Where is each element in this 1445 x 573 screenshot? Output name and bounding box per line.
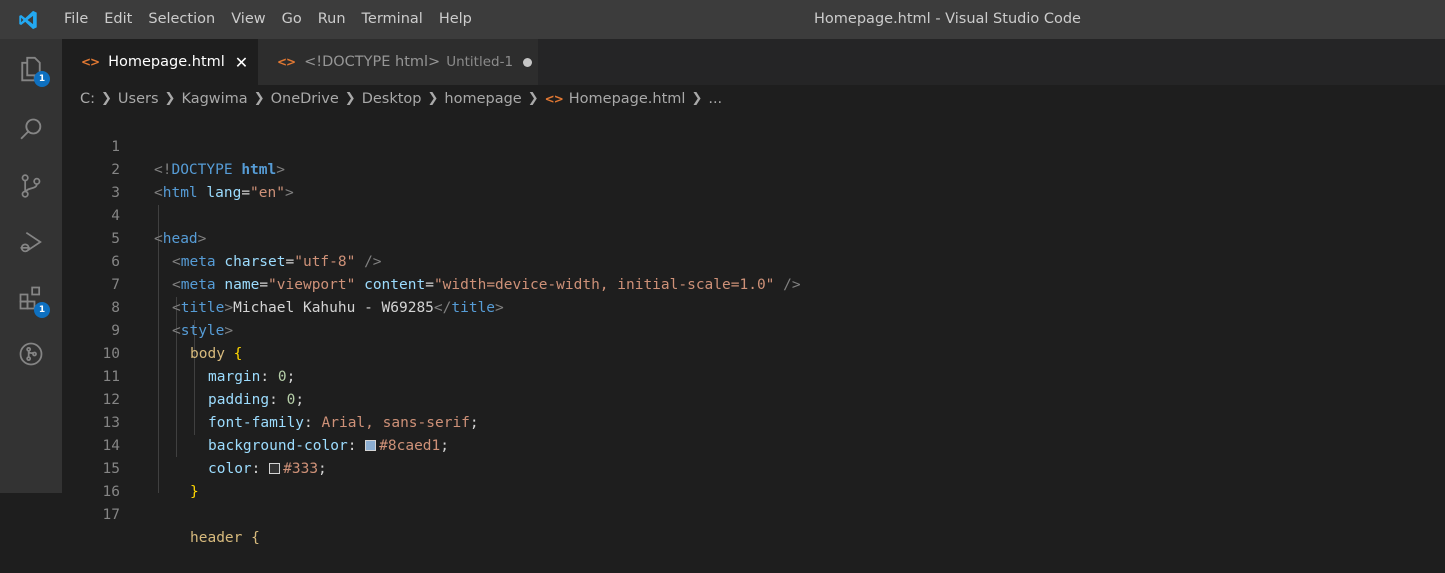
tab-untitled-1[interactable]: <> <!DOCTYPE html> Untitled-1	[258, 39, 538, 85]
source-control-icon[interactable]	[0, 158, 62, 214]
explorer-files-icon[interactable]: 1	[0, 41, 62, 97]
breadcrumb-item[interactable]: C:	[80, 87, 95, 111]
code-line: 6 <meta name="viewport" content="width=d…	[62, 228, 1445, 293]
code-line: 14 color: #333;	[62, 412, 1445, 477]
menu-edit[interactable]: Edit	[96, 0, 140, 39]
close-icon[interactable]: ✕	[235, 53, 248, 72]
code-line: 13 background-color: #8caed1;	[62, 389, 1445, 454]
extensions-badge: 1	[34, 302, 50, 318]
search-icon[interactable]	[0, 102, 62, 158]
explorer-badge: 1	[34, 71, 50, 87]
breadcrumb: C: ❯ Users ❯ Kagwima ❯ OneDrive ❯ Deskto…	[80, 87, 722, 111]
code-line: 2 <html lang="en">	[62, 136, 1445, 201]
code-line: 5 <meta charset="utf-8" />	[62, 205, 1445, 270]
menu-go[interactable]: Go	[274, 0, 310, 39]
chevron-right-icon: ❯	[427, 91, 439, 106]
code-line: 12 font-family: Arial, sans-serif;	[62, 366, 1445, 431]
chevron-right-icon: ❯	[691, 91, 703, 106]
menu-help[interactable]: Help	[431, 0, 480, 39]
code-line: 16	[62, 458, 1445, 500]
code-line: 4 <head>	[62, 182, 1445, 247]
chevron-right-icon: ❯	[344, 91, 356, 106]
vscode-logo-icon	[0, 0, 56, 39]
menu-file[interactable]: File	[56, 0, 96, 39]
chevron-right-icon: ❯	[101, 91, 112, 106]
tab-bar: <> Homepage.html ✕ <> <!DOCTYPE html> Un…	[62, 39, 1445, 85]
breadcrumb-item[interactable]: Users	[118, 87, 159, 111]
breadcrumb-item[interactable]: homepage	[444, 87, 521, 111]
code-line: 15 }	[62, 435, 1445, 500]
breadcrumb-item[interactable]: OneDrive	[271, 87, 339, 111]
run-debug-icon[interactable]	[0, 214, 62, 270]
chevron-right-icon: ❯	[164, 91, 176, 106]
github-actions-icon[interactable]	[0, 326, 62, 382]
code-editor[interactable]: 1 <!DOCTYPE html> 2 <html lang="en"> 3 4…	[62, 113, 1445, 546]
menu-terminal[interactable]: Terminal	[354, 0, 431, 39]
menu-run[interactable]: Run	[310, 0, 354, 39]
line-number: 17	[102, 507, 120, 523]
code-line: 1 <!DOCTYPE html>	[62, 113, 1445, 178]
code-line: 10 margin: 0;	[62, 320, 1445, 385]
code-line: 11 padding: 0;	[62, 343, 1445, 408]
html-file-icon: <>	[277, 55, 296, 69]
activity-bar: 1 1	[0, 39, 62, 493]
breadcrumb-item[interactable]: Kagwima	[181, 87, 247, 111]
chevron-right-icon: ❯	[527, 91, 539, 106]
code-line: 8 <style>	[62, 274, 1445, 339]
breadcrumb-item[interactable]: Desktop	[362, 87, 422, 111]
tab-label: Homepage.html	[108, 54, 225, 70]
code-line: 3	[62, 159, 1445, 201]
html-file-icon: <>	[81, 55, 100, 69]
title-bar: File Edit Selection View Go Run Terminal…	[0, 0, 1445, 39]
menu-selection[interactable]: Selection	[140, 0, 223, 39]
chevron-right-icon: ❯	[253, 91, 265, 106]
breadcrumb-item[interactable]: ...	[708, 87, 722, 111]
menu-bar: File Edit Selection View Go Run Terminal…	[56, 0, 480, 39]
code-line: 7 <title>Michael Kahuhu - W69285</title>	[62, 251, 1445, 316]
unsaved-dot-icon[interactable]	[523, 57, 533, 67]
menu-view[interactable]: View	[223, 0, 273, 39]
code-line: 9 body {	[62, 297, 1445, 362]
tab-description: Untitled-1	[446, 54, 514, 70]
extensions-icon[interactable]: 1	[0, 270, 62, 326]
breadcrumb-item[interactable]: Homepage.html	[569, 87, 686, 111]
tab-label: <!DOCTYPE html>	[304, 54, 441, 70]
tab-homepage-html[interactable]: <> Homepage.html ✕	[62, 39, 258, 85]
html-file-icon: <>	[544, 92, 564, 106]
